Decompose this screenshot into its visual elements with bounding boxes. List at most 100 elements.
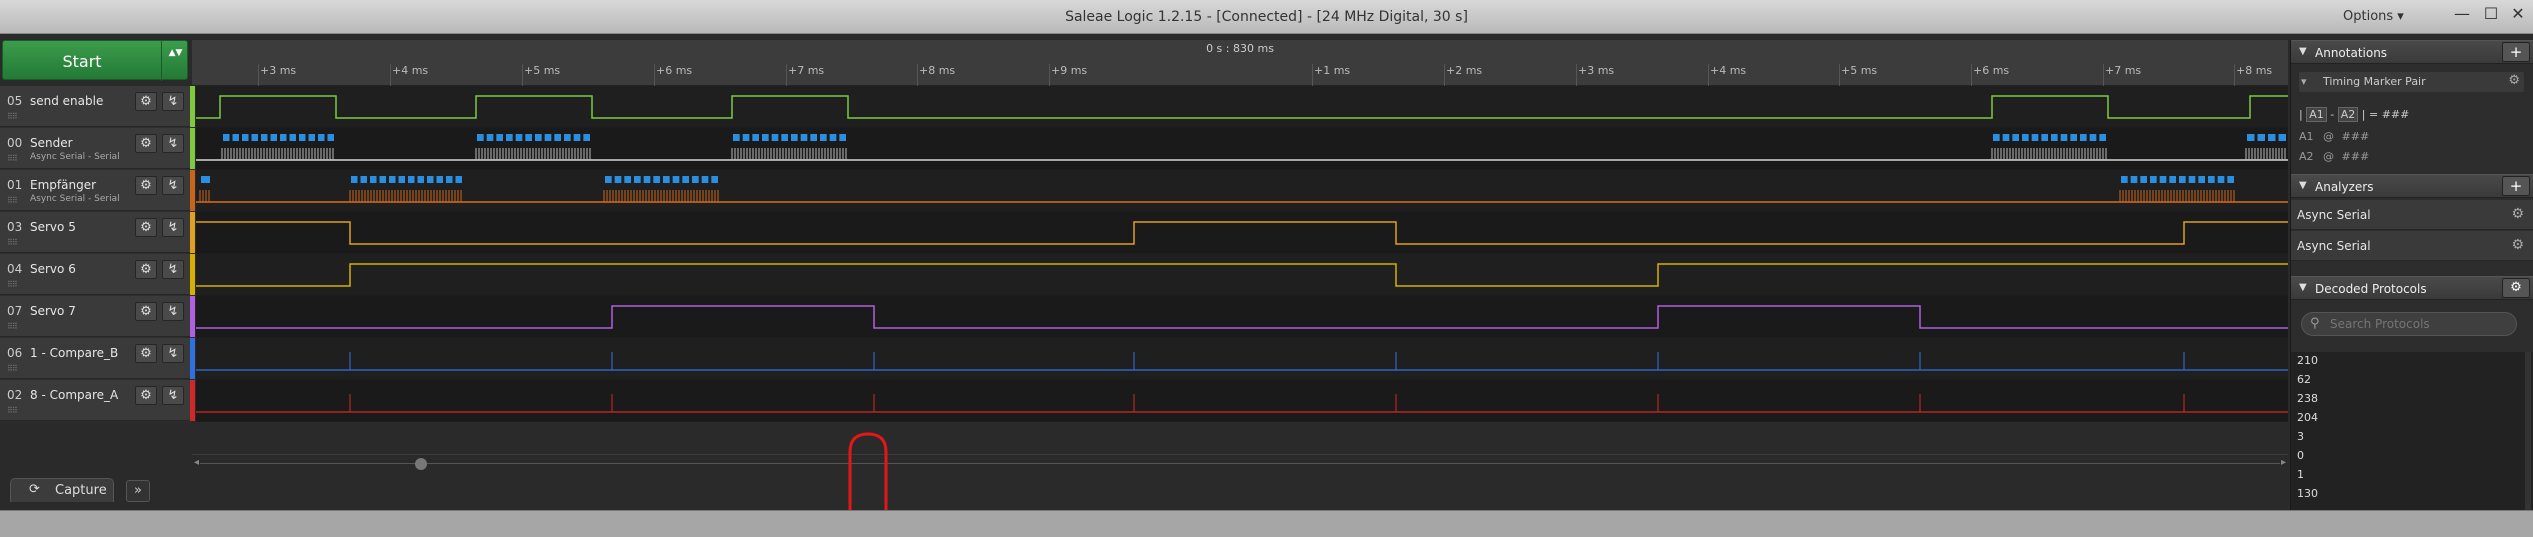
- minimize-button[interactable]: —: [2448, 4, 2476, 26]
- channel-settings-gear-icon[interactable]: ⚙: [135, 218, 157, 237]
- drag-grip-icon[interactable]: ⠿⠿: [7, 238, 18, 247]
- collapse-triangle-icon[interactable]: ▼: [2299, 282, 2307, 293]
- decoded-byte-box: [289, 134, 296, 141]
- decoded-byte-box: [2208, 176, 2215, 183]
- a2-chip[interactable]: A2: [2337, 107, 2359, 122]
- channel-row[interactable]: 02 8 - Compare_A ⠿⠿ ⚙ ↯: [0, 380, 195, 421]
- channel-row[interactable]: 00 Sender Async Serial - Serial ⠿⠿ ⚙ ↯: [0, 128, 195, 169]
- timeline-scrollbar[interactable]: ◂ ▸: [192, 454, 2288, 472]
- channel-color-bar: [190, 170, 195, 211]
- channel-settings-gear-icon[interactable]: ⚙: [135, 92, 157, 111]
- drag-grip-icon[interactable]: ⠿⠿: [7, 196, 18, 205]
- add-analyzer-button[interactable]: +: [2502, 176, 2530, 196]
- channel-row[interactable]: 03 Servo 5 ⠿⠿ ⚙ ↯: [0, 212, 195, 253]
- add-annotation-button[interactable]: +: [2502, 42, 2530, 62]
- channel-name[interactable]: Servo 6: [30, 262, 76, 276]
- drag-grip-icon[interactable]: ⠿⠿: [7, 154, 18, 163]
- channel-number: 01: [7, 178, 23, 192]
- decoded-value[interactable]: 0: [2297, 449, 2304, 462]
- channel-trigger-icon[interactable]: ↯: [162, 386, 184, 405]
- drag-grip-icon[interactable]: ⠿⠿: [7, 322, 18, 331]
- channel-name[interactable]: 1 - Compare_B: [30, 346, 118, 360]
- decoded-value[interactable]: 130: [2297, 487, 2318, 500]
- options-menu[interactable]: Options ▾: [2343, 9, 2404, 24]
- channel-name[interactable]: send enable: [30, 94, 103, 108]
- channel-settings-gear-icon[interactable]: ⚙: [135, 386, 157, 405]
- channel-name[interactable]: 8 - Compare_A: [30, 388, 118, 402]
- channel-name[interactable]: Servo 5: [30, 220, 76, 234]
- tick-mark: [654, 64, 655, 86]
- scroll-left-icon[interactable]: ◂: [194, 457, 199, 468]
- status-bar: [0, 510, 2533, 537]
- drag-grip-icon[interactable]: ⠿⠿: [7, 406, 18, 415]
- drag-grip-icon[interactable]: ⠿⠿: [7, 112, 18, 121]
- start-options-arrows[interactable]: ▲▼: [161, 41, 189, 81]
- channel-row[interactable]: 04 Servo 6 ⠿⠿ ⚙ ↯: [0, 254, 195, 295]
- channel-trigger-icon[interactable]: ↯: [162, 134, 184, 153]
- close-button[interactable]: ✕: [2504, 4, 2532, 26]
- drag-grip-icon[interactable]: ⠿⠿: [7, 364, 18, 373]
- scroll-right-icon[interactable]: ▸: [2281, 457, 2286, 468]
- decoded-value[interactable]: 62: [2297, 373, 2311, 386]
- channel-trigger-icon[interactable]: ↯: [162, 344, 184, 363]
- annotations-header[interactable]: ▼ Annotations +: [2291, 40, 2533, 64]
- capture-tab[interactable]: ⟳ Capture: [10, 478, 114, 502]
- channel-name[interactable]: Servo 7: [30, 304, 76, 318]
- decoded-protocols-title: Decoded Protocols: [2315, 282, 2427, 296]
- timing-marker-row[interactable]: ▾ Timing Marker Pair ⚙: [2299, 72, 2524, 92]
- analyzer-gear-icon[interactable]: ⚙: [2511, 237, 2524, 253]
- search-protocols-input[interactable]: [2330, 316, 2510, 332]
- channel-row[interactable]: 05 send enable ⠿⠿ ⚙ ↯: [0, 86, 195, 127]
- timeline-ruler[interactable]: 0 s : 830 ms +3 ms +4 ms +5 ms +6 ms +7 ms +8…: [192, 40, 2288, 86]
- timing-marker-gear-icon[interactable]: ⚙: [2508, 73, 2520, 88]
- channel-trigger-icon[interactable]: ↯: [162, 176, 184, 195]
- decoded-value[interactable]: 1: [2297, 468, 2304, 481]
- analyzer-item[interactable]: Async Serial ⚙: [2291, 200, 2533, 230]
- waveform-area[interactable]: [196, 86, 2288, 422]
- collapse-triangle-icon[interactable]: ▼: [2299, 46, 2307, 57]
- protocol-list-scrollbar[interactable]: [2525, 352, 2531, 510]
- scroll-thumb[interactable]: [415, 458, 427, 470]
- decoded-value[interactable]: 204: [2297, 411, 2318, 424]
- analyzer-item[interactable]: Async Serial ⚙: [2291, 231, 2533, 261]
- channel-settings-gear-icon[interactable]: ⚙: [135, 344, 157, 363]
- channel-color-bar: [190, 296, 195, 337]
- channel-trigger-icon[interactable]: ↯: [162, 92, 184, 111]
- analyzers-header[interactable]: ▼ Analyzers +: [2291, 174, 2533, 198]
- decoded-byte-box: [486, 134, 494, 141]
- decoded-byte-box: [711, 176, 718, 183]
- start-button[interactable]: Start ▲▼: [2, 40, 189, 81]
- a1-chip[interactable]: A1: [2306, 107, 2327, 122]
- decoded-byte-box: [525, 134, 532, 141]
- channel-settings-gear-icon[interactable]: ⚙: [135, 176, 157, 195]
- channel-trigger-icon[interactable]: ↯: [162, 260, 184, 279]
- decoded-value[interactable]: 210: [2297, 354, 2318, 367]
- channel-name[interactable]: Sender: [30, 136, 73, 150]
- more-tabs-button[interactable]: »: [126, 480, 150, 502]
- channel-row[interactable]: 06 1 - Compare_B ⠿⠿ ⚙ ↯: [0, 338, 195, 379]
- channel-row[interactable]: 01 Empfänger Async Serial - Serial ⠿⠿ ⚙ ↯: [0, 170, 195, 211]
- tick-mark: [786, 64, 787, 86]
- analyzer-gear-icon[interactable]: ⚙: [2511, 206, 2524, 222]
- channel-trigger-icon[interactable]: ↯: [162, 302, 184, 321]
- decoded-protocols-header[interactable]: ▼ Decoded Protocols ⚙: [2291, 276, 2533, 300]
- tick-label: +4 ms: [392, 64, 429, 77]
- channel-name[interactable]: Empfänger: [30, 178, 96, 192]
- decoded-value[interactable]: 238: [2297, 392, 2318, 405]
- channel-row[interactable]: 07 Servo 7 ⠿⠿ ⚙ ↯: [0, 296, 195, 337]
- channel-trigger-icon[interactable]: ↯: [162, 218, 184, 237]
- decoded-byte-box: [2130, 176, 2138, 183]
- channel-settings-gear-icon[interactable]: ⚙: [135, 134, 157, 153]
- search-protocols-box[interactable]: ⚲: [2301, 312, 2517, 336]
- decoded-protocol-list[interactable]: 210 62 238 204 3 0 1 130: [2291, 352, 2533, 510]
- drag-grip-icon[interactable]: ⠿⠿: [7, 280, 18, 289]
- decoded-settings-gear-icon[interactable]: ⚙: [2502, 278, 2530, 298]
- channel-settings-gear-icon[interactable]: ⚙: [135, 302, 157, 321]
- decoded-byte-box: [643, 176, 651, 183]
- channel-settings-gear-icon[interactable]: ⚙: [135, 260, 157, 279]
- collapse-triangle-icon[interactable]: ▼: [2299, 180, 2307, 191]
- maximize-button[interactable]: ☐: [2477, 4, 2505, 26]
- decoded-value[interactable]: 3: [2297, 430, 2304, 443]
- tick-mark: [1312, 64, 1313, 86]
- scroll-track[interactable]: [200, 463, 2280, 464]
